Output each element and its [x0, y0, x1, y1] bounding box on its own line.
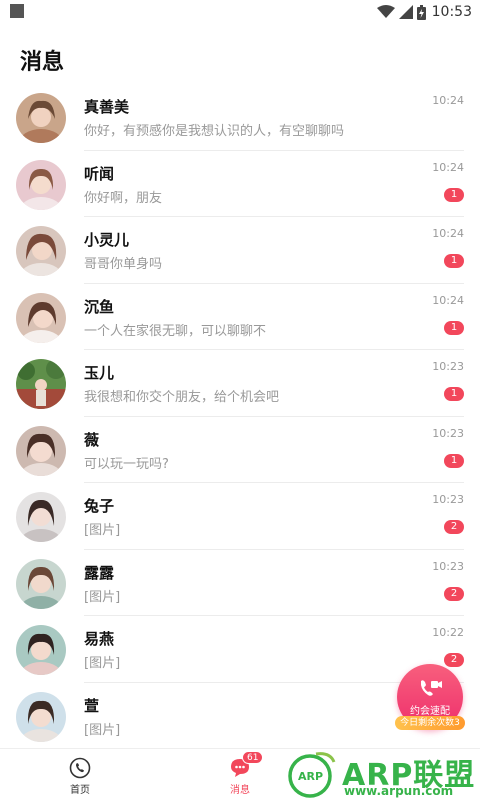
message-preview: [图片] — [84, 523, 121, 538]
watermark-url: www.arpun.com — [344, 784, 454, 798]
nav-home-label: 首页 — [70, 785, 90, 796]
contact-name: 易燕 — [84, 630, 115, 648]
avatar[interactable] — [16, 226, 66, 276]
unread-badge: 1 — [444, 453, 464, 468]
unread-badge: 1 — [444, 187, 464, 202]
avatar[interactable] — [16, 359, 66, 409]
nav-home[interactable]: 首页 — [58, 757, 102, 797]
message-time: 10:23 — [432, 493, 464, 506]
status-bar: 10:53 — [0, 0, 480, 24]
unread-badge: 2 — [444, 586, 464, 601]
avatar[interactable] — [16, 558, 66, 609]
conversation-item[interactable]: 露露 [图片] 10:23 2 — [0, 550, 480, 616]
remaining-count-badge: 今日剩余次数3 — [395, 716, 465, 730]
nav-messages-label: 消息 — [230, 785, 250, 796]
conversation-item[interactable]: 听闻 你好啊，朋友 10:24 1 — [0, 151, 480, 217]
message-preview: 你好，有预感你是我想认识的人，有空聊聊吗 — [84, 124, 345, 139]
message-preview: 一个人在家很无聊，可以聊聊不 — [84, 323, 267, 339]
notification-icon — [10, 4, 24, 18]
conversation-item[interactable]: 玉儿 我很想和你交个朋友，给个机会吧 10:23 1 — [0, 350, 480, 417]
unread-badge: 2 — [444, 520, 464, 534]
contact-name: 听闻 — [84, 164, 115, 183]
avatar[interactable] — [16, 425, 66, 476]
watermark-logo-icon: ARP — [288, 752, 336, 798]
page-title: 消息 — [20, 50, 65, 75]
message-time: 10:23 — [432, 559, 464, 573]
status-icons: 10:53 — [376, 2, 472, 22]
contact-name: 真善美 — [84, 98, 130, 116]
message-time: 10:24 — [432, 227, 464, 240]
nav-messages[interactable]: 61 消息 — [218, 751, 264, 797]
contact-name: 露露 — [84, 563, 115, 582]
wifi-icon — [376, 5, 395, 18]
conversation-item[interactable]: 薇 可以玩一玩吗? 10:23 1 — [0, 417, 480, 483]
contact-name: 薇 — [84, 430, 100, 449]
message-preview: 可以玩一玩吗? — [84, 456, 169, 472]
contact-name: 萱 — [84, 696, 100, 715]
message-preview: 你好啊，朋友 — [84, 190, 163, 206]
contact-name: 兔子 — [84, 497, 115, 515]
message-time: 10:24 — [432, 160, 464, 174]
message-preview: 哥哥你单身吗 — [84, 257, 163, 272]
avatar[interactable] — [16, 159, 66, 210]
contact-name: 沉鱼 — [84, 297, 115, 316]
message-time: 10:24 — [432, 293, 464, 307]
video-call-icon — [421, 679, 442, 696]
battery-icon — [416, 4, 426, 20]
message-time: 10:23 — [432, 360, 464, 373]
conversation-item[interactable]: 小灵儿 哥哥你单身吗 10:24 1 — [0, 217, 480, 284]
contact-name: 玉儿 — [84, 364, 115, 382]
unread-badge: 1 — [444, 254, 464, 268]
conversation-list: 真善美 你好，有预感你是我想认识的人，有空聊聊吗 10:24 听闻 你好啊，朋友… — [0, 84, 480, 749]
phone-circle-icon — [69, 757, 91, 779]
message-time: 10:24 — [432, 94, 464, 107]
avatar[interactable] — [16, 93, 66, 143]
conversation-item[interactable]: 沉鱼 一个人在家很无聊，可以聊聊不 10:24 1 — [0, 284, 480, 350]
watermark: ARP ARP联盟 www.arpun.com — [286, 748, 476, 800]
message-time: 10:22 — [432, 626, 464, 639]
contact-name: 小灵儿 — [84, 231, 130, 249]
message-time: 10:23 — [432, 426, 464, 440]
message-preview: [图片] — [84, 722, 121, 738]
avatar[interactable] — [16, 492, 66, 542]
conversation-item[interactable]: 真善美 你好，有预感你是我想认识的人，有空聊聊吗 10:24 — [0, 84, 480, 151]
messages-count-badge: 61 — [242, 751, 264, 764]
avatar[interactable] — [16, 292, 66, 343]
clock: 10:53 — [431, 4, 472, 20]
message-preview: [图片] — [84, 656, 121, 671]
avatar[interactable] — [16, 625, 66, 675]
conversation-item[interactable]: 兔子 [图片] 10:23 2 — [0, 483, 480, 550]
unread-badge: 1 — [444, 387, 464, 401]
message-preview: [图片] — [84, 589, 121, 605]
svg-text:ARP: ARP — [298, 770, 323, 783]
avatar[interactable] — [16, 691, 66, 742]
message-preview: 我很想和你交个朋友，给个机会吧 — [84, 390, 280, 405]
date-match-label: 约会速配 — [410, 705, 450, 717]
unread-badge: 2 — [444, 653, 464, 667]
unread-badge: 1 — [444, 320, 464, 335]
signal-icon — [398, 5, 413, 19]
